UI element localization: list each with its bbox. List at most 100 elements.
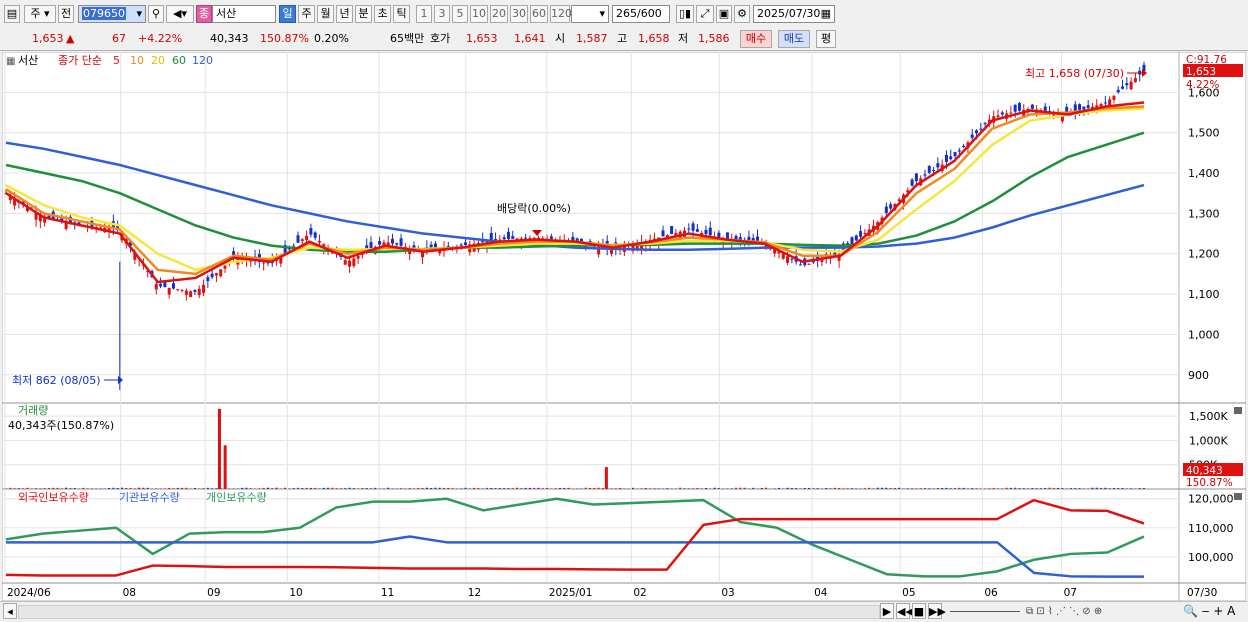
volume-bar — [1027, 488, 1029, 489]
interval-button[interactable]: 5 — [452, 5, 468, 23]
volume-bar — [520, 488, 522, 489]
volume-bar — [589, 488, 591, 489]
period-button[interactable]: 틱 — [393, 5, 410, 23]
period-prefix-select[interactable]: 주 ▾ — [24, 5, 56, 23]
buy-button[interactable]: 매수 — [740, 30, 772, 48]
x-tick-label: 2025/01 — [549, 587, 593, 599]
dividend-annotation: 배당락(0.00%) — [497, 202, 571, 215]
volume-bar — [1126, 488, 1128, 489]
volume-bar — [894, 488, 896, 489]
stock-name-field[interactable]: 서산 — [212, 5, 276, 23]
volume-bar — [353, 488, 355, 489]
save-icon[interactable]: ▣ — [716, 5, 732, 23]
volume-bar — [842, 488, 844, 489]
rewind-icon[interactable]: ◀◀ — [896, 603, 910, 619]
volume-bar — [215, 488, 217, 489]
pane-close-icon — [1234, 493, 1242, 500]
volume-bar — [26, 488, 28, 489]
interval-button[interactable]: 60 — [530, 5, 548, 23]
volume-bar — [456, 488, 458, 489]
drawing-tools[interactable]: ⧉ ⊡ ⌇ ⋰ ⋱ ⊘ ⊕ — [1026, 605, 1176, 619]
stop-icon[interactable]: ■ — [912, 603, 926, 619]
open-label: 시 — [555, 30, 565, 48]
candle-body — [297, 235, 300, 242]
volume-bar — [920, 488, 922, 489]
interval-button[interactable]: 30 — [510, 5, 528, 23]
code-input[interactable]: 079650▾ — [78, 5, 146, 23]
candle-body — [670, 226, 673, 234]
candle-body — [198, 289, 201, 295]
volume-bar — [486, 488, 488, 489]
scroll-left-icon[interactable]: ◂ — [3, 603, 17, 619]
volume-bar — [331, 488, 333, 489]
candle-body — [163, 282, 166, 287]
play-icon[interactable]: ▶ — [880, 603, 894, 619]
volume-subtitle: 40,343주(150.87%) — [8, 419, 114, 432]
volume-bar — [868, 488, 870, 489]
candle-body — [224, 266, 227, 269]
eval-button[interactable]: 평 — [816, 30, 836, 48]
volume-bar — [9, 488, 11, 489]
chart-menu-icon[interactable]: ▤ — [4, 5, 20, 23]
sell-button[interactable]: 매도 — [778, 30, 810, 48]
interval-button[interactable]: 120 — [550, 5, 570, 23]
volume-bar — [799, 488, 801, 489]
interval-button[interactable]: 1 — [416, 5, 432, 23]
zoom-controls[interactable]: 🔍 ‒ + A — [1183, 603, 1245, 619]
volume-bar — [121, 488, 123, 489]
volume-bar — [997, 488, 999, 489]
volume-bar — [679, 488, 681, 489]
scroll-track[interactable] — [18, 605, 880, 619]
legend-item: 10 — [130, 54, 144, 67]
period-button[interactable]: 년 — [336, 5, 353, 23]
volume-bar — [482, 488, 484, 489]
volume-bar — [499, 488, 501, 489]
volume-bar — [1057, 488, 1059, 489]
fast-forward-icon[interactable]: ▶▶ — [928, 603, 942, 619]
period-button[interactable]: 주 — [298, 5, 315, 23]
period-button[interactable]: 분 — [355, 5, 372, 23]
period-button[interactable]: 일 — [279, 5, 296, 23]
candle-type-icon[interactable]: ▯▮ — [676, 5, 694, 23]
volume-bar — [190, 488, 192, 489]
volume-bar — [632, 488, 634, 489]
calendar-icon[interactable]: ▦ — [821, 6, 831, 22]
volume-bar — [99, 488, 101, 489]
volume-bar — [82, 488, 84, 489]
candle-body — [1078, 104, 1081, 111]
code-dropdown-icon[interactable]: ▾ — [136, 6, 142, 22]
volume-bar — [795, 488, 797, 489]
volume-bar — [988, 488, 990, 489]
candle-body — [984, 123, 987, 124]
volume-bar — [757, 488, 759, 489]
period-button[interactable]: 월 — [317, 5, 334, 23]
candle-body — [850, 237, 853, 244]
interval-button[interactable]: 20 — [490, 5, 508, 23]
draw-tool-icon[interactable]: ⤢ — [696, 5, 714, 23]
search-icon[interactable]: ⚲ — [148, 5, 164, 23]
count-total: /600 — [637, 7, 662, 20]
interval-button[interactable]: 3 — [434, 5, 450, 23]
custom-interval-select[interactable]: ▾ — [571, 5, 609, 23]
candle-body — [460, 245, 463, 246]
candle-body — [962, 146, 965, 147]
volume-bar — [426, 488, 428, 489]
zoom-slider[interactable] — [950, 611, 1020, 612]
period-button[interactable]: 초 — [374, 5, 391, 23]
date-field[interactable]: 2025/07/30▦ — [753, 5, 835, 23]
count-field[interactable]: 265/600 — [612, 5, 670, 23]
prefix2-button[interactable]: 전 — [58, 5, 74, 23]
volume-bar — [18, 488, 20, 489]
gear-icon[interactable]: ⚙ — [734, 5, 750, 23]
volume-bar — [684, 488, 686, 489]
volume-bar — [258, 488, 260, 489]
candle-body — [855, 235, 858, 240]
volume-bar — [555, 488, 557, 489]
speaker-icon[interactable]: ◀▾ — [166, 5, 194, 23]
volume-bar — [1087, 488, 1089, 489]
volume-bar — [125, 488, 127, 489]
candle-body — [176, 289, 179, 290]
interval-button[interactable]: 10 — [470, 5, 488, 23]
x-tick-label: 02 — [633, 587, 646, 599]
candle-body — [756, 237, 759, 242]
